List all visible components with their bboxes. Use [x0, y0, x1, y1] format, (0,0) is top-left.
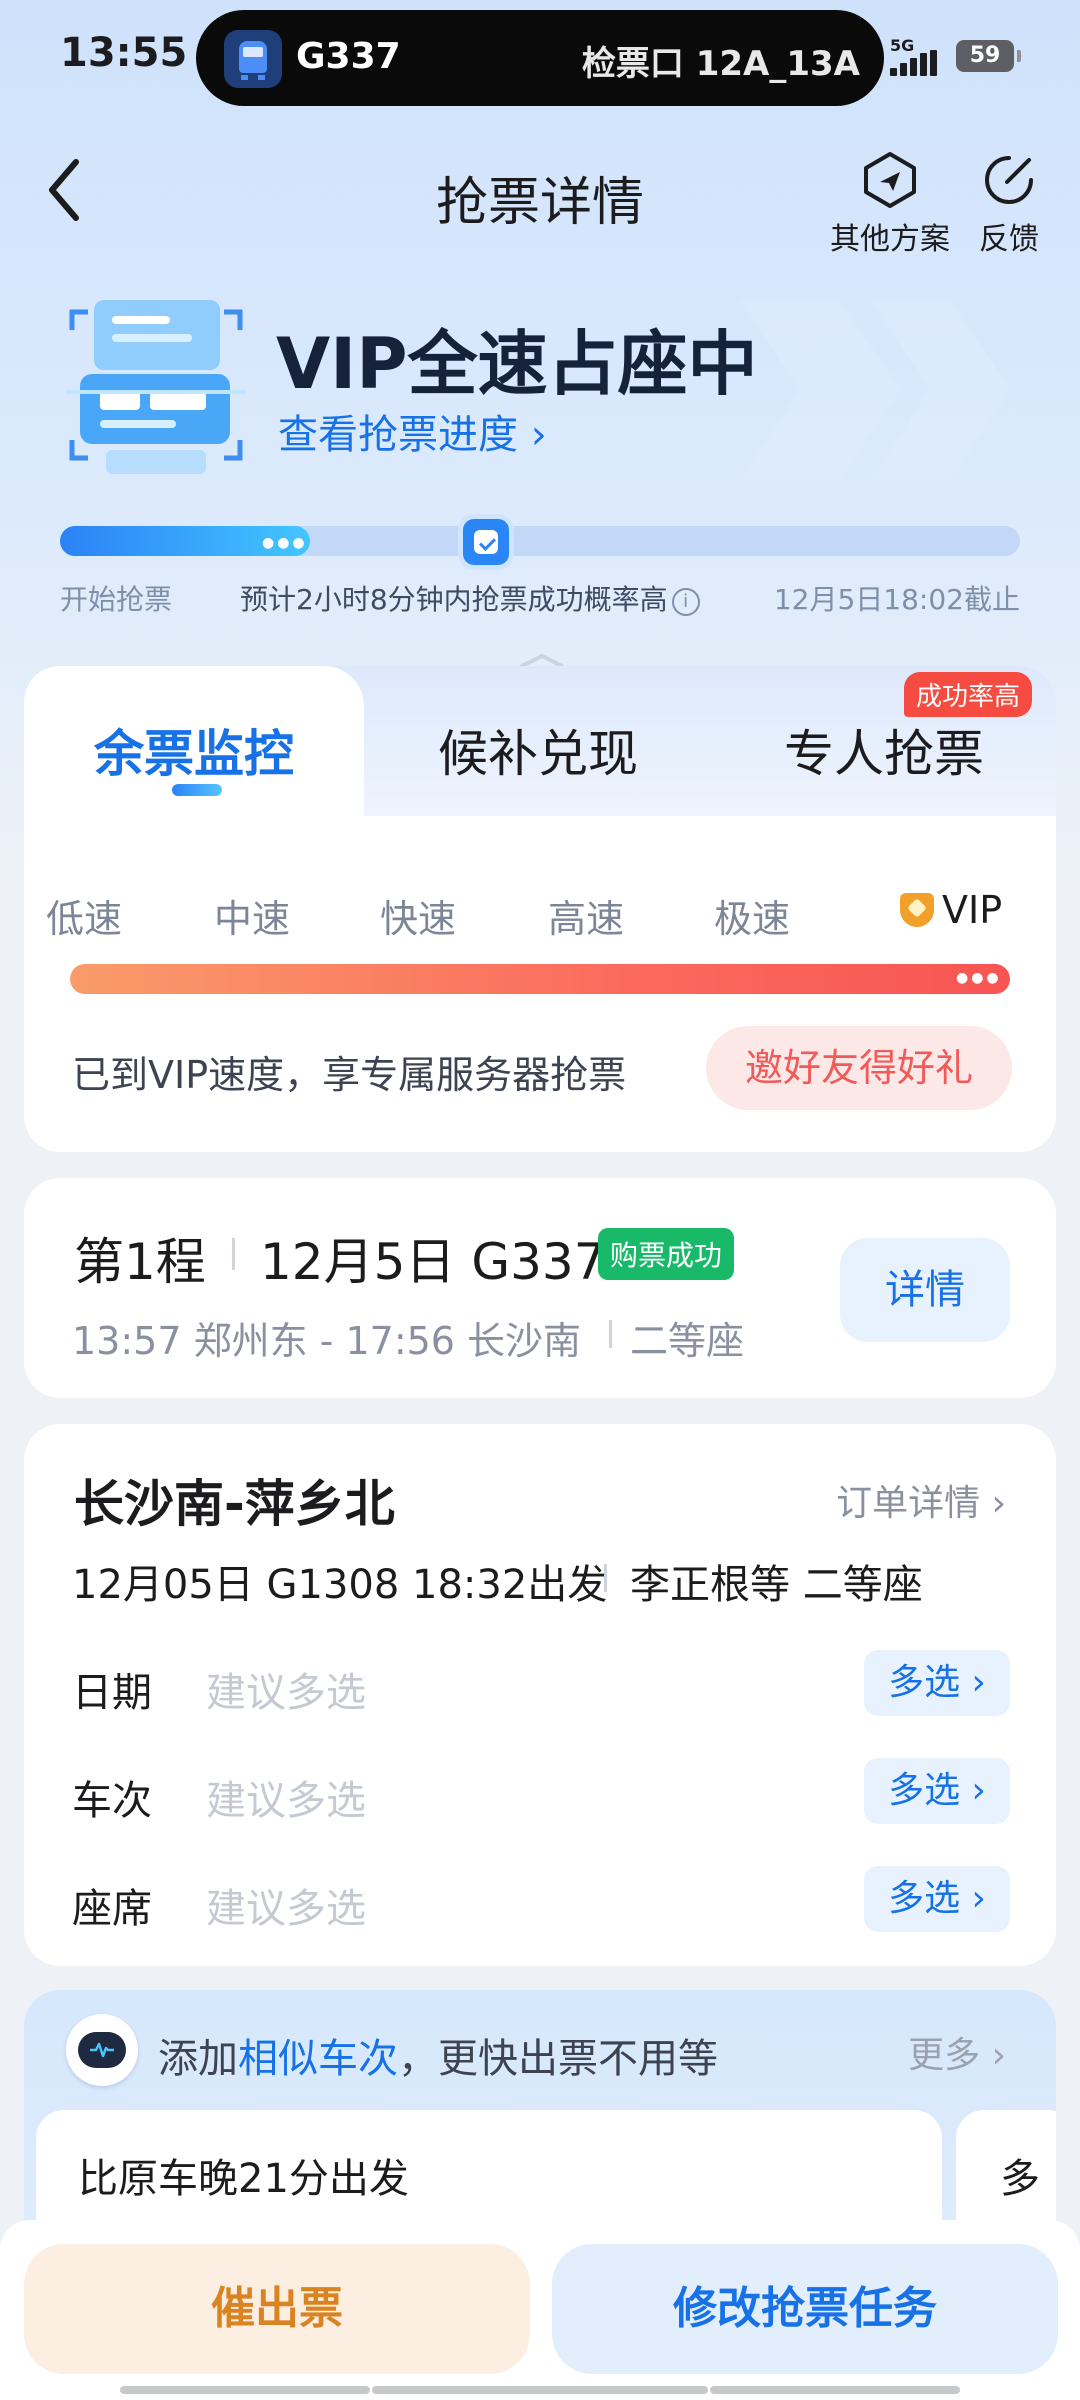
success-rate-badge: 成功率高 — [904, 672, 1033, 717]
trip-card: 第1程 12月5日 G337 购票成功 13:57 郑州东 - 17:56 长沙… — [24, 1178, 1056, 1398]
tab-ticket-monitor[interactable]: 余票监控 — [94, 714, 294, 786]
speed-note: 已到VIP速度，享专属服务器抢票 — [72, 1053, 627, 1097]
home-indicator — [372, 2386, 708, 2394]
trip-leg: 第1程 — [74, 1233, 206, 1291]
assistant-bot-icon — [66, 2014, 138, 2086]
crown-icon — [900, 893, 934, 927]
similar-suffix: ，更快出票不用等 — [398, 2036, 718, 2082]
speed-bar-dots: ●●● — [956, 970, 1002, 986]
info-icon[interactable]: i — [671, 588, 700, 616]
edit-icon — [985, 156, 1033, 204]
speed-level-vip: VIP — [900, 888, 1002, 932]
chevron-decoration-icon — [740, 300, 1010, 480]
speed-level-vip-label: VIP — [942, 888, 1003, 932]
speed-bar — [70, 964, 1010, 994]
trip-detail-button[interactable]: 详情 — [840, 1238, 1010, 1342]
option-seat-multiselect-button[interactable]: 多选 › — [864, 1866, 1010, 1932]
trip-seat: 二等座 — [630, 1319, 745, 1363]
speed-level-high: 高速 — [548, 897, 625, 941]
order-detail-link[interactable]: 订单详情 › — [836, 1474, 1006, 1526]
live-activity-gate: 检票口 12A_13A — [581, 44, 860, 84]
option-train-multiselect-button[interactable]: 多选 › — [864, 1758, 1010, 1824]
similar-prefix: 添加 — [158, 2036, 238, 2082]
ticket-scan-illustration — [66, 300, 246, 474]
view-progress-link[interactable]: 查看抢票进度 › — [278, 402, 547, 460]
speed-level-extreme: 极速 — [714, 897, 791, 941]
option-seat-placeholder: 建议多选 — [206, 1886, 366, 1932]
progress-marker-icon — [458, 514, 514, 570]
option-date-placeholder: 建议多选 — [206, 1670, 366, 1716]
progress-start-label: 开始抢票 — [60, 583, 173, 616]
similar-train-option-label: 多 — [1000, 2156, 1040, 2202]
tab-active-indicator — [172, 784, 222, 796]
speed-level-low: 低速 — [46, 897, 123, 941]
bottom-action-bar: 催出票 修改抢票任务 — [0, 2220, 1080, 2400]
progress-estimate-text: 预计2小时8分钟内抢票成功概率高 — [240, 583, 668, 616]
option-train-label: 车次 — [72, 1778, 152, 1824]
progress-dots: ●●● — [262, 535, 308, 551]
train-icon — [224, 30, 282, 88]
similar-train-option-label: 比原车晚21分出发 — [78, 2156, 409, 2202]
option-train-placeholder: 建议多选 — [206, 1778, 366, 1824]
similar-highlight[interactable]: 相似车次 — [238, 2036, 398, 2082]
page-title: 抢票详情 — [435, 173, 644, 233]
speed-level-fast: 快速 — [380, 897, 457, 941]
option-seat-label: 座席 — [72, 1886, 152, 1932]
tab-waitlist[interactable]: 候补兑现 — [438, 714, 638, 786]
status-time: 13:55 — [60, 30, 188, 76]
other-plans-label: 其他方案 — [830, 222, 950, 257]
progress-estimate[interactable]: 预计2小时8分钟内抢票成功概率高 i — [240, 578, 700, 618]
live-activity-island[interactable]: G337 检票口 12A_13A — [196, 10, 884, 106]
trip-date-train: 12月5日 G337 — [260, 1233, 606, 1291]
home-indicator — [710, 2386, 960, 2394]
option-date-multiselect-button[interactable]: 多选 › — [864, 1650, 1010, 1716]
back-button[interactable] — [40, 150, 90, 230]
status-badge: 购票成功 — [598, 1228, 735, 1280]
feedback-button[interactable]: 反馈 — [968, 150, 1050, 258]
order-passengers: 李正根等 二等座 — [630, 1562, 923, 1608]
divider — [609, 1320, 612, 1348]
invite-friends-button[interactable]: 邀好友得好礼 — [706, 1026, 1012, 1110]
other-plans-button[interactable]: 其他方案 — [820, 150, 960, 258]
urge-ticket-button[interactable]: 催出票 — [24, 2244, 530, 2374]
option-date-label: 日期 — [72, 1670, 152, 1716]
modify-task-button[interactable]: 修改抢票任务 — [552, 2244, 1058, 2374]
order-info: 12月05日 G1308 18:32出发 — [72, 1562, 608, 1608]
speed-level-medium: 中速 — [214, 897, 291, 941]
feedback-label: 反馈 — [979, 222, 1039, 257]
home-indicator — [120, 2386, 370, 2394]
divider — [604, 1564, 607, 1592]
monitor-card: 余票监控 候补兑现 专人抢票 成功率高 低速 中速 快速 高速 极速 VIP ●… — [24, 666, 1056, 1152]
trip-times: 13:57 郑州东 - 17:56 长沙南 — [72, 1319, 582, 1363]
navigation-icon — [864, 152, 916, 208]
divider — [232, 1238, 235, 1270]
chevron-left-icon — [49, 159, 79, 221]
similar-more-link[interactable]: 更多 › — [908, 2026, 1006, 2078]
pulse-icon — [90, 2042, 114, 2058]
live-activity-train: G337 — [296, 36, 401, 77]
order-route: 长沙南-萍乡北 — [74, 1475, 395, 1533]
similar-trains-text: 添加相似车次，更快出票不用等 — [158, 2026, 718, 2084]
hero-title: VIP全速占座中 — [276, 323, 758, 405]
signal-icon — [890, 50, 940, 76]
battery-icon: 59 — [956, 40, 1021, 72]
tab-dedicated[interactable]: 专人抢票 — [784, 714, 984, 786]
status-bar: 13:55 G337 检票口 12A_13A 5G 59 — [0, 0, 1080, 112]
order-card: 长沙南-萍乡北 订单详情 › 12月05日 G1308 18:32出发 李正根等… — [24, 1424, 1056, 1966]
progress-deadline: 12月5日18:02截止 — [773, 583, 1020, 616]
